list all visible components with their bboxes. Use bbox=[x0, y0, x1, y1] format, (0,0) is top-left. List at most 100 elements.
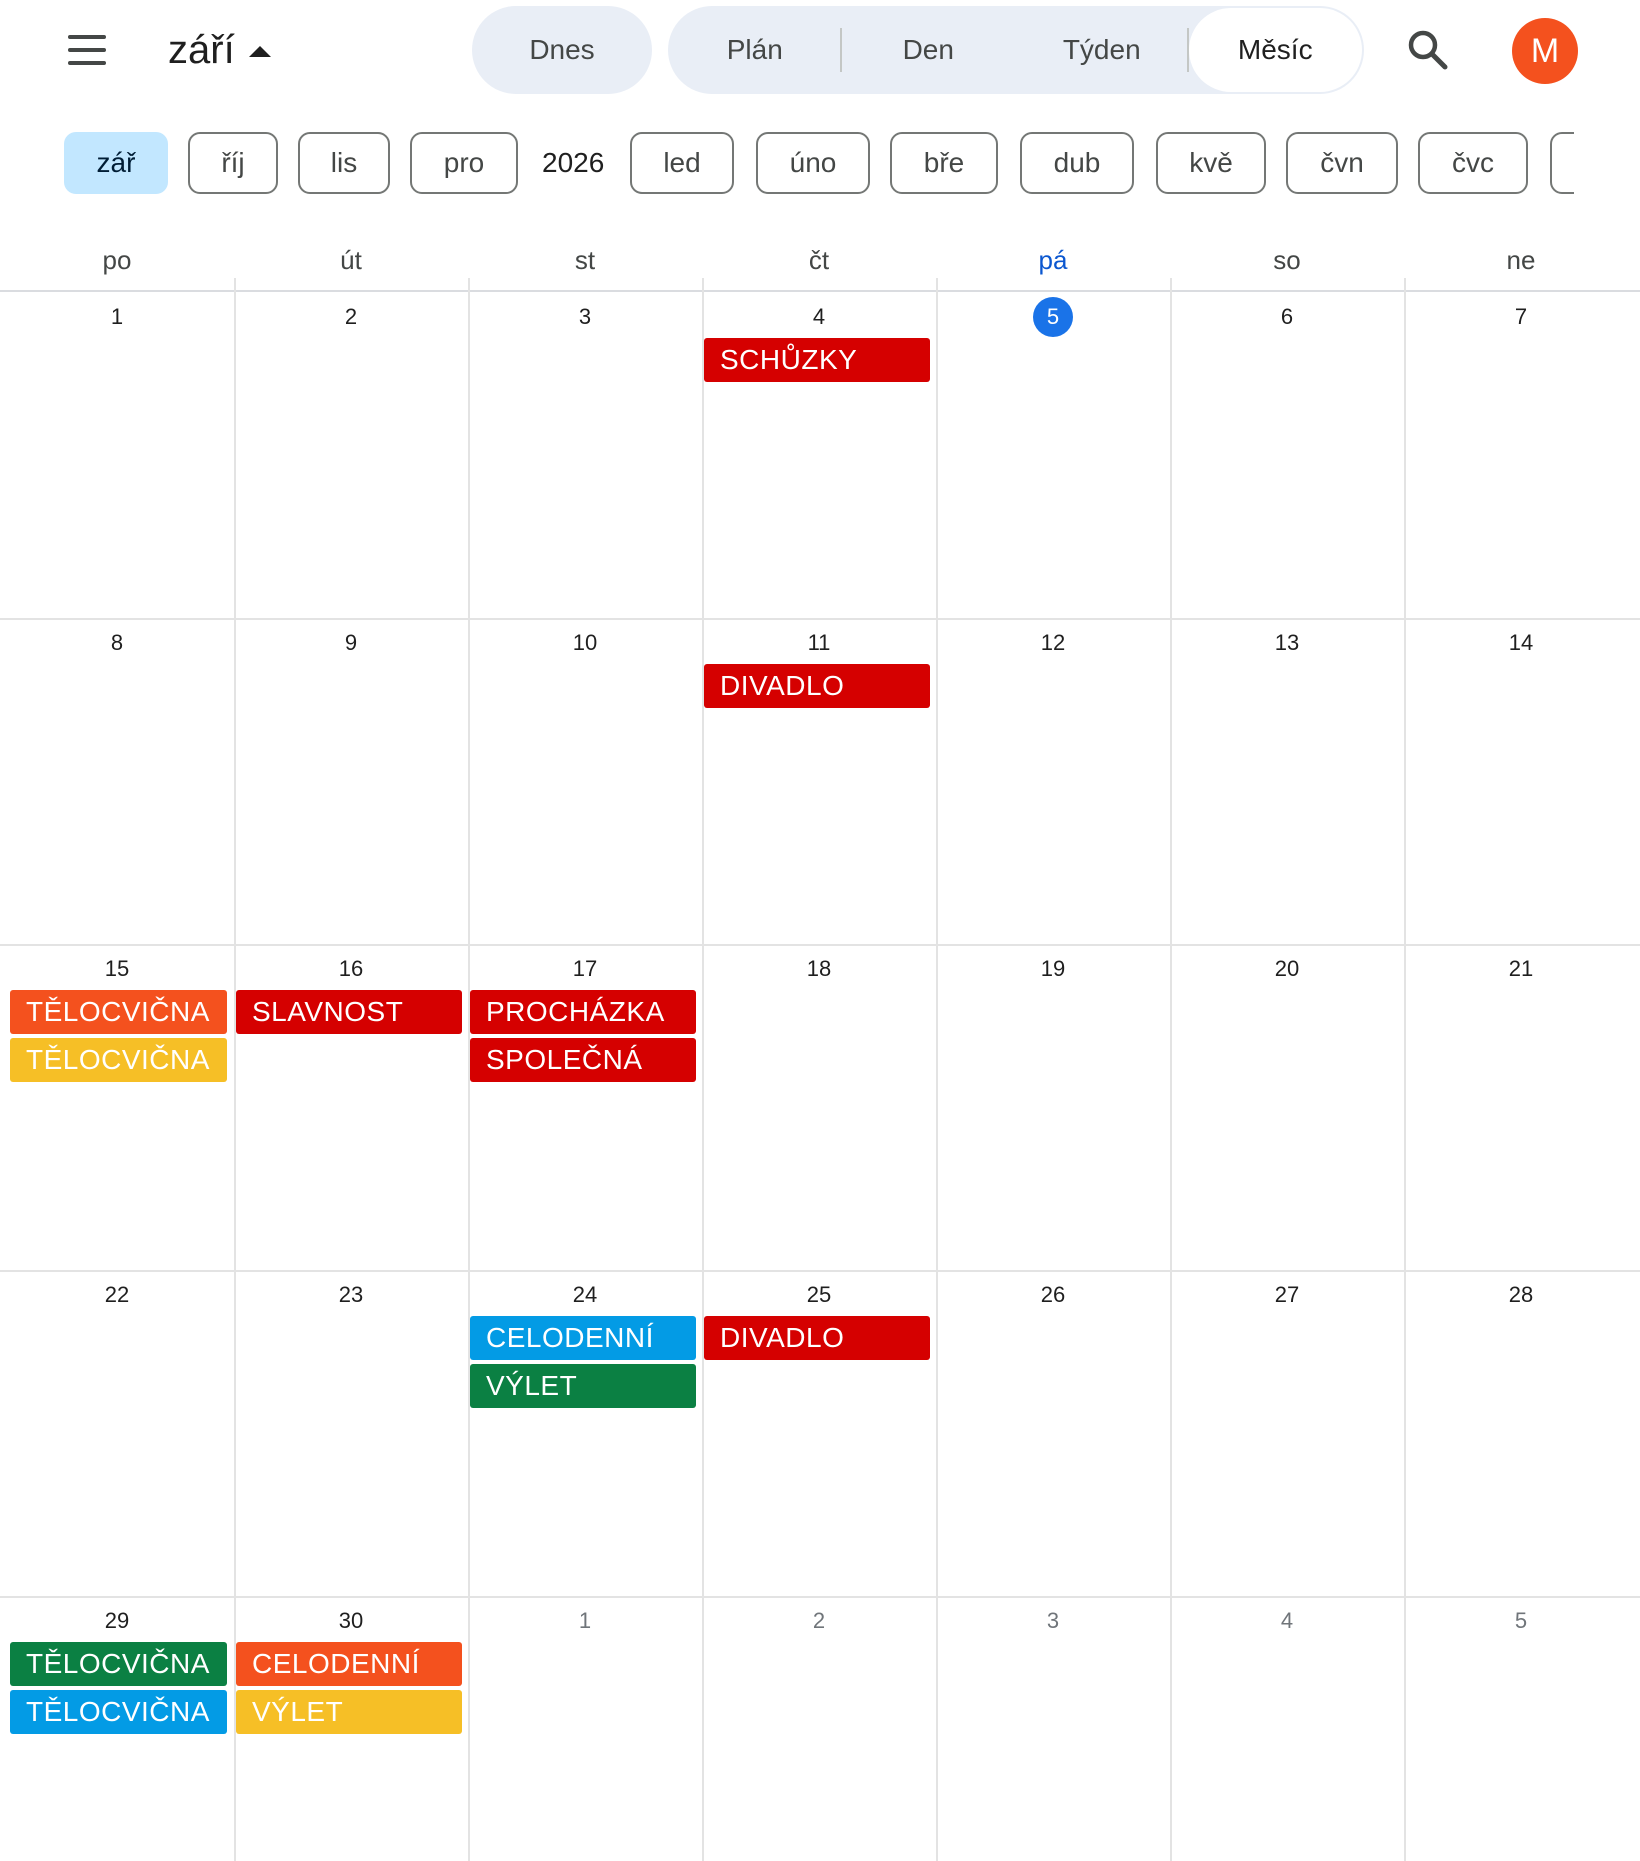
view-0-button[interactable]: Plán bbox=[668, 6, 842, 94]
date-number[interactable]: 22 bbox=[0, 1278, 234, 1312]
event-chip[interactable]: TĚLOCVIČNA bbox=[10, 1642, 227, 1686]
event-chip[interactable]: DIVADLO bbox=[704, 1316, 930, 1360]
date-number[interactable]: 5 bbox=[1404, 1604, 1638, 1638]
date-number[interactable]: 13 bbox=[1170, 626, 1404, 660]
day-cell[interactable]: 20 bbox=[1170, 944, 1404, 1270]
month-chip[interactable]: bře bbox=[890, 132, 998, 194]
date-number[interactable]: 30 bbox=[234, 1604, 468, 1638]
event-chip[interactable]: TĚLOCVIČNA bbox=[10, 1690, 227, 1734]
day-cell[interactable]: 29 TĚLOCVIČNA TĚLOCVIČNA bbox=[0, 1596, 234, 1861]
day-cell[interactable]: 4 SCHŮZKY bbox=[702, 292, 936, 618]
month-chip[interactable]: lis bbox=[298, 132, 390, 194]
date-number[interactable]: 17 bbox=[468, 952, 702, 986]
avatar[interactable]: M bbox=[1512, 18, 1578, 84]
date-number[interactable]: 20 bbox=[1170, 952, 1404, 986]
event-chip[interactable]: SLAVNOST bbox=[236, 990, 462, 1034]
month-chip[interactable]: čvn bbox=[1286, 132, 1398, 194]
day-cell[interactable]: 2 bbox=[234, 292, 468, 618]
month-chip[interactable]: dub bbox=[1020, 132, 1134, 194]
day-cell[interactable]: 5 bbox=[1404, 1596, 1638, 1861]
date-number[interactable]: 27 bbox=[1170, 1278, 1404, 1312]
day-cell[interactable]: 14 bbox=[1404, 618, 1638, 944]
event-chip[interactable]: TĚLOCVIČNA bbox=[10, 1038, 227, 1082]
day-cell[interactable]: 5 bbox=[936, 292, 1170, 618]
day-cell[interactable]: 2 bbox=[702, 1596, 936, 1861]
month-chip[interactable]: pro bbox=[410, 132, 518, 194]
event-chip[interactable]: CELODENNÍ bbox=[236, 1642, 462, 1686]
day-cell[interactable]: 7 bbox=[1404, 292, 1638, 618]
day-cell[interactable]: 18 bbox=[702, 944, 936, 1270]
date-number[interactable]: 8 bbox=[0, 626, 234, 660]
date-number[interactable]: 7 bbox=[1404, 300, 1638, 334]
day-cell[interactable]: 8 bbox=[0, 618, 234, 944]
day-cell[interactable]: 25 DIVADLO bbox=[702, 1270, 936, 1596]
date-number[interactable]: 2 bbox=[702, 1604, 936, 1638]
day-cell[interactable]: 3 bbox=[468, 292, 702, 618]
date-number[interactable]: 19 bbox=[936, 952, 1170, 986]
event-chip[interactable]: PROCHÁZKA bbox=[470, 990, 696, 1034]
day-cell[interactable]: 17 PROCHÁZKA SPOLEČNÁ bbox=[468, 944, 702, 1270]
day-cell[interactable]: 30 CELODENNÍ VÝLET bbox=[234, 1596, 468, 1861]
date-number[interactable]: 23 bbox=[234, 1278, 468, 1312]
event-chip[interactable]: SPOLEČNÁ bbox=[470, 1038, 696, 1082]
day-cell[interactable]: 11 DIVADLO bbox=[702, 618, 936, 944]
day-cell[interactable]: 19 bbox=[936, 944, 1170, 1270]
day-cell[interactable]: 3 bbox=[936, 1596, 1170, 1861]
date-number[interactable]: 9 bbox=[234, 626, 468, 660]
date-number[interactable]: 24 bbox=[468, 1278, 702, 1312]
day-cell[interactable]: 23 bbox=[234, 1270, 468, 1596]
date-number[interactable]: 6 bbox=[1170, 300, 1404, 334]
day-cell[interactable]: 24 CELODENNÍ VÝLET bbox=[468, 1270, 702, 1596]
day-cell[interactable]: 10 bbox=[468, 618, 702, 944]
day-cell[interactable]: 22 bbox=[0, 1270, 234, 1596]
day-cell[interactable]: 21 bbox=[1404, 944, 1638, 1270]
date-number[interactable]: 1 bbox=[468, 1604, 702, 1638]
date-number[interactable]: 3 bbox=[936, 1604, 1170, 1638]
month-picker-toggle[interactable]: září bbox=[168, 22, 271, 78]
date-number[interactable]: 11 bbox=[702, 626, 936, 660]
view-1-button[interactable]: Den bbox=[842, 6, 1016, 94]
date-number[interactable]: 21 bbox=[1404, 952, 1638, 986]
month-chip[interactable]: čvc bbox=[1418, 132, 1528, 194]
event-chip[interactable]: VÝLET bbox=[236, 1690, 462, 1734]
view-3-button[interactable]: Měsíc bbox=[1188, 8, 1362, 92]
date-number[interactable]: 2 bbox=[234, 300, 468, 334]
date-number[interactable]: 16 bbox=[234, 952, 468, 986]
month-chip[interactable]: led bbox=[630, 132, 734, 194]
day-cell[interactable]: 4 bbox=[1170, 1596, 1404, 1861]
date-number[interactable]: 29 bbox=[0, 1604, 234, 1638]
date-number[interactable]: 10 bbox=[468, 626, 702, 660]
day-cell[interactable]: 15 TĚLOCVIČNA TĚLOCVIČNA bbox=[0, 944, 234, 1270]
date-number[interactable]: 4 bbox=[1170, 1604, 1404, 1638]
date-number[interactable]: 18 bbox=[702, 952, 936, 986]
event-chip[interactable]: DIVADLO bbox=[704, 664, 930, 708]
date-number[interactable]: 28 bbox=[1404, 1278, 1638, 1312]
day-cell[interactable]: 1 bbox=[0, 292, 234, 618]
month-chip[interactable]: kvě bbox=[1156, 132, 1266, 194]
month-chip[interactable]: říj bbox=[188, 132, 278, 194]
search-icon[interactable] bbox=[1402, 24, 1454, 76]
day-cell[interactable]: 6 bbox=[1170, 292, 1404, 618]
date-number[interactable]: 14 bbox=[1404, 626, 1638, 660]
event-chip[interactable]: TĚLOCVIČNA bbox=[10, 990, 227, 1034]
day-cell[interactable]: 1 bbox=[468, 1596, 702, 1861]
month-chip[interactable]: úno bbox=[756, 132, 870, 194]
day-cell[interactable]: 28 bbox=[1404, 1270, 1638, 1596]
month-chip[interactable]: zář bbox=[64, 132, 168, 194]
date-number[interactable]: 25 bbox=[702, 1278, 936, 1312]
today-date-number[interactable]: 5 bbox=[936, 297, 1170, 337]
month-chip[interactable]: srp bbox=[1550, 132, 1574, 194]
date-number[interactable]: 26 bbox=[936, 1278, 1170, 1312]
day-cell[interactable]: 9 bbox=[234, 618, 468, 944]
day-cell[interactable]: 12 bbox=[936, 618, 1170, 944]
event-chip[interactable]: SCHŮZKY bbox=[704, 338, 930, 382]
date-number[interactable]: 4 bbox=[702, 300, 936, 334]
event-chip[interactable]: VÝLET bbox=[470, 1364, 696, 1408]
day-cell[interactable]: 13 bbox=[1170, 618, 1404, 944]
day-cell[interactable]: 26 bbox=[936, 1270, 1170, 1596]
today-button[interactable]: Dnes bbox=[472, 6, 652, 94]
date-number[interactable]: 15 bbox=[0, 952, 234, 986]
date-number[interactable]: 1 bbox=[0, 300, 234, 334]
view-2-button[interactable]: Týden bbox=[1015, 6, 1189, 94]
day-cell[interactable]: 27 bbox=[1170, 1270, 1404, 1596]
